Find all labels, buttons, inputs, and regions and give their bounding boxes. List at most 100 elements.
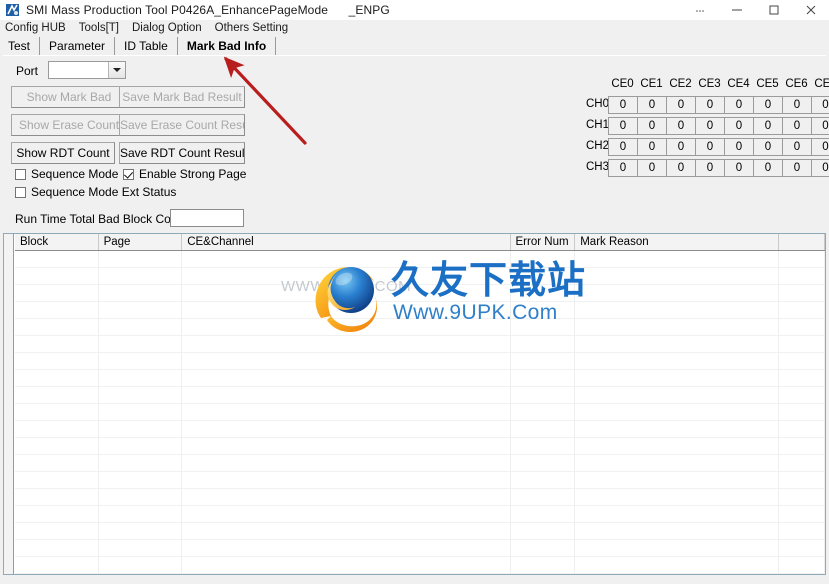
table-cell	[182, 489, 511, 505]
table-row[interactable]	[15, 370, 825, 387]
checkbox-box[interactable]	[15, 168, 26, 180]
save-erase-count-result-button[interactable]: Save Erase Count Result	[119, 114, 245, 136]
table-cell	[99, 336, 183, 352]
checkbox-box[interactable]	[123, 168, 134, 180]
ch-row-label: CH2	[586, 140, 610, 152]
table-cell	[15, 523, 99, 539]
table-row[interactable]	[15, 540, 825, 557]
tab-parameter[interactable]: Parameter	[40, 37, 116, 55]
table-row[interactable]	[15, 472, 825, 489]
ce-column-header: CE6	[785, 78, 808, 90]
chevron-down-icon[interactable]	[108, 62, 125, 78]
run-time-total-bad-block-count-input[interactable]	[170, 209, 244, 227]
save-mark-bad-result-button[interactable]: Save Mark Bad Result	[119, 86, 245, 108]
table-column-header[interactable]: Error Num	[511, 234, 576, 250]
show-rdt-count-button[interactable]: Show RDT Count	[11, 142, 115, 164]
table-cell	[15, 251, 99, 267]
table-header-row: Block Page CE&Channel Error Num Mark Reason	[15, 234, 825, 251]
checkbox-box[interactable]	[15, 186, 26, 198]
close-icon[interactable]	[792, 0, 829, 20]
table-cell	[575, 438, 780, 454]
table-cell	[779, 387, 825, 403]
table-row[interactable]	[15, 268, 825, 285]
port-label: Port	[16, 64, 39, 78]
ce-channel-counter-grid: CE0CE1CE2CE3CE4CE5CE6CE7 CH000000000CH10…	[586, 78, 829, 178]
maximize-icon[interactable]	[755, 0, 792, 20]
ce-column-header: CE2	[669, 78, 692, 90]
table-column-header[interactable]: CE&Channel	[182, 234, 511, 250]
ce-count-cell: 0	[695, 116, 724, 135]
table-row[interactable]	[15, 302, 825, 319]
table-row[interactable]	[15, 404, 825, 421]
menu-item-config-hub[interactable]: Config HUB	[5, 22, 66, 34]
more-button[interactable]	[681, 0, 718, 20]
table-cell	[15, 404, 99, 420]
show-mark-bad-button[interactable]: Show Mark Bad	[11, 86, 127, 108]
table-row[interactable]	[15, 353, 825, 370]
save-rdt-count-result-button[interactable]: Save RDT Count Result	[119, 142, 245, 164]
port-select[interactable]	[48, 61, 126, 79]
minimize-icon[interactable]	[718, 0, 755, 20]
table-row[interactable]	[15, 506, 825, 523]
table-row[interactable]	[15, 489, 825, 506]
table-column-header[interactable]: Page	[99, 234, 183, 250]
table-cell	[511, 370, 576, 386]
table-row[interactable]	[15, 557, 825, 574]
ce-count-cell: 0	[811, 137, 829, 156]
tab-mark-bad-info[interactable]: Mark Bad Info	[177, 37, 277, 55]
ce-grid-row: CH1 0 0 0 0 0 0 0 0	[586, 115, 829, 136]
ce-count-cell: 0	[608, 116, 637, 135]
ce-column-header: CE1	[640, 78, 663, 90]
show-erase-count-button[interactable]: Show Erase Count	[11, 114, 127, 136]
ce-count-cell: 0	[608, 158, 637, 177]
menu-item-dialog-option[interactable]: Dialog Option	[132, 22, 202, 34]
ce-count-cell: 0	[782, 116, 811, 135]
ce-count-cell: 0	[695, 95, 724, 114]
table-cell	[575, 268, 780, 284]
table-row[interactable]	[15, 285, 825, 302]
ce-column-header: CE3	[698, 78, 721, 90]
tab-test[interactable]: Test	[0, 37, 41, 55]
app-icon	[5, 2, 21, 18]
table-cell	[575, 353, 780, 369]
table-column-header[interactable]	[779, 234, 825, 250]
table-cell	[99, 404, 183, 420]
ce-count-cell: 0	[724, 95, 753, 114]
table-row[interactable]	[15, 336, 825, 353]
row-header-gutter[interactable]	[4, 234, 14, 574]
table-column-header[interactable]: Block	[15, 234, 99, 250]
ce-count-cell: 0	[811, 95, 829, 114]
table-row[interactable]	[15, 319, 825, 336]
table-row[interactable]	[15, 251, 825, 268]
table-row[interactable]	[15, 523, 825, 540]
checkbox-sequence-mode-ext-status[interactable]: Sequence Mode Ext Status	[15, 185, 176, 199]
checkbox-sequence-mode[interactable]: Sequence Mode	[15, 167, 118, 181]
table-cell	[511, 438, 576, 454]
table-cell	[15, 506, 99, 522]
menu-item-tools[interactable]: Tools[T]	[79, 22, 119, 34]
ce-count-cell: 0	[637, 158, 666, 177]
table-cell	[511, 336, 576, 352]
table-cell	[575, 472, 780, 488]
menu-item-others-setting[interactable]: Others Setting	[215, 22, 289, 34]
table-column-header[interactable]: Mark Reason	[575, 234, 780, 250]
table-cell	[182, 438, 511, 454]
table-row[interactable]	[15, 421, 825, 438]
table-cell	[99, 540, 183, 556]
table-cell	[99, 285, 183, 301]
tab-strip: Test Parameter ID Table Mark Bad Info	[0, 36, 829, 55]
table-cell	[779, 557, 825, 573]
table-cell	[779, 455, 825, 471]
table-row[interactable]	[15, 438, 825, 455]
table-cell	[15, 336, 99, 352]
tab-id-table[interactable]: ID Table	[115, 37, 178, 55]
ce-count-cell: 0	[811, 116, 829, 135]
title-bar: SMI Mass Production Tool P0426A_EnhanceP…	[0, 0, 829, 20]
menu-bar: Config HUB Tools[T] Dialog Option Others…	[0, 20, 829, 36]
ce-count-cell: 0	[666, 137, 695, 156]
table-row[interactable]	[15, 387, 825, 404]
table-row[interactable]	[15, 455, 825, 472]
table-cell	[575, 506, 780, 522]
ce-grid-header: CE0 CE1 CE2 CE3 CE4 CE5 CE6 CE7	[608, 78, 829, 94]
checkbox-enable-strong-page[interactable]: Enable Strong Page	[123, 167, 246, 181]
